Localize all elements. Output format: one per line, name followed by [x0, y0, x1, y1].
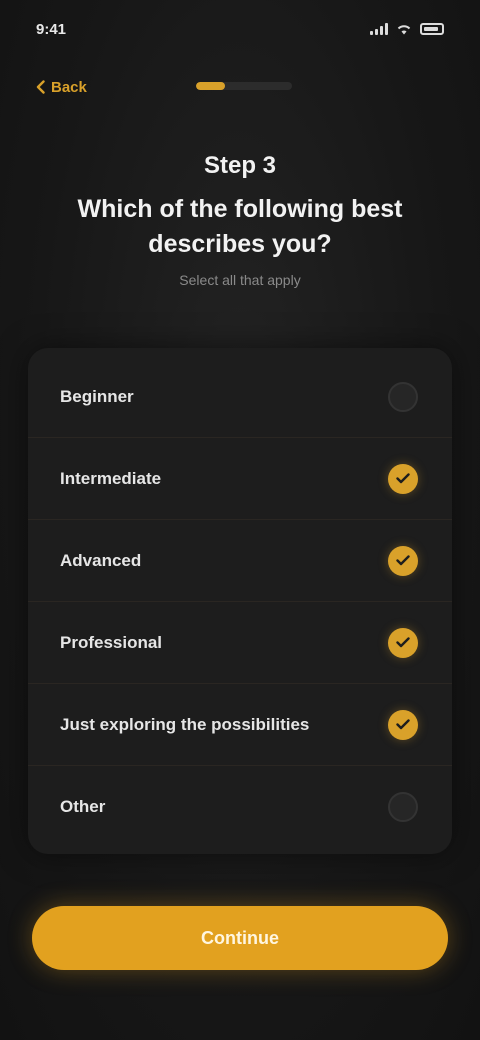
onboarding-screen: 9:41 Back Step 3 Which of the following … — [0, 0, 480, 1040]
option-label: Advanced — [60, 550, 142, 570]
checkmark-icon[interactable] — [388, 709, 418, 740]
option-row[interactable]: Intermediate — [28, 438, 452, 520]
status-left: 9:41 — [36, 21, 66, 38]
progress-indicator — [196, 82, 292, 90]
question-title: Which of the following best describes yo… — [77, 195, 403, 258]
option-label: Other — [60, 797, 106, 816]
status-bar: 9:41 — [0, 14, 480, 44]
option-row[interactable]: Just exploring the possibilities — [28, 684, 452, 766]
option-label: Intermediate — [60, 468, 162, 488]
option-row[interactable]: Beginner — [28, 356, 452, 438]
empty-circle-icon[interactable] — [388, 381, 418, 412]
checkmark-icon[interactable] — [388, 627, 418, 658]
signal-icon — [370, 23, 388, 35]
option-row[interactable]: Other — [28, 766, 452, 848]
option-row[interactable]: Advanced — [28, 520, 452, 602]
status-right — [370, 23, 444, 35]
option-row[interactable]: Professional — [28, 602, 452, 684]
step-title: Step 3 — [203, 152, 277, 179]
back-label: Back — [51, 78, 87, 96]
progress-fill — [196, 82, 225, 90]
battery-icon — [420, 23, 444, 35]
checkmark-icon[interactable] — [388, 545, 418, 576]
continue-button[interactable]: Continue — [32, 906, 448, 970]
checkmark-icon[interactable] — [388, 463, 418, 494]
back-button[interactable]: Back — [36, 79, 87, 96]
status-time: 9:41 — [36, 20, 67, 38]
chevron-left-icon — [36, 80, 45, 94]
wifi-icon — [397, 25, 411, 35]
option-label: Professional — [60, 632, 163, 652]
top-nav: Back — [0, 70, 480, 104]
header: Step 3 Which of the following best descr… — [40, 152, 440, 288]
question-subtitle: Select all that apply — [179, 272, 301, 288]
option-label: Just exploring the possibilities — [60, 714, 310, 734]
options-list: Beginner Intermediate Advanced Professional… — [28, 348, 452, 854]
option-label: Beginner — [60, 386, 134, 406]
progress-track — [196, 82, 292, 90]
empty-circle-icon[interactable] — [388, 792, 418, 822]
